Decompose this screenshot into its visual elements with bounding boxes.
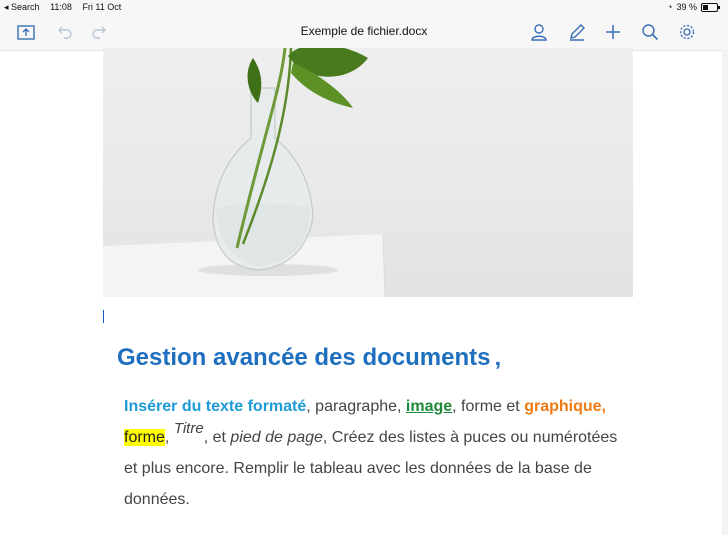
wifi-icon: ◔ bbox=[667, 2, 673, 12]
battery-icon bbox=[701, 2, 720, 12]
formatted-text-run: Insérer du texte formaté bbox=[124, 398, 307, 415]
paragraph-text-run: , forme et bbox=[452, 398, 525, 415]
highlighted-run: forme bbox=[124, 429, 165, 446]
user-icon[interactable] bbox=[527, 20, 551, 44]
text-cursor bbox=[103, 310, 104, 323]
paragraph-line-2: forme, Titre, et pied de page, Créez des… bbox=[124, 420, 684, 453]
status-time: 11:08 bbox=[50, 2, 72, 12]
paragraph-text-run: , et bbox=[203, 429, 231, 446]
paragraph-text-run: , paragraphe, bbox=[306, 398, 406, 415]
paragraph-text-run: , Créez des listes à puces ou numérotées bbox=[322, 429, 618, 446]
document-paragraph[interactable]: Insérer du texte formaté, paragraphe, im… bbox=[124, 391, 684, 515]
status-bar: ◂ Search 11:08 Fri 11 Oct ◔ 39 % bbox=[0, 0, 728, 14]
search-icon[interactable] bbox=[638, 20, 662, 44]
status-date: Fri 11 Oct bbox=[82, 2, 122, 12]
gear-icon[interactable] bbox=[675, 20, 699, 44]
comma-run: , bbox=[164, 429, 170, 446]
back-to-search-link[interactable]: ◂ Search bbox=[4, 2, 40, 12]
heading-text: Gestion avancée des documents bbox=[117, 344, 491, 371]
graphique-run: graphique bbox=[524, 398, 602, 415]
pen-icon[interactable] bbox=[565, 20, 589, 44]
toolbar: Exemple de fichier.docx bbox=[0, 14, 728, 51]
comma-run: , bbox=[601, 398, 606, 415]
italic-run: pied de page bbox=[230, 429, 323, 446]
battery-percent: 39 % bbox=[676, 2, 697, 12]
heading-mark: ‚ bbox=[494, 344, 502, 371]
paragraph-line-4: données. bbox=[124, 491, 190, 508]
document-heading[interactable]: Gestion avancée des documents ‚ bbox=[117, 344, 501, 372]
document-image[interactable] bbox=[103, 48, 633, 297]
page-edge bbox=[722, 50, 728, 535]
image-link-run: image bbox=[405, 398, 453, 415]
superscript-run: Titre bbox=[173, 420, 204, 437]
plus-icon[interactable] bbox=[601, 20, 625, 44]
paragraph-line-3: et plus encore. Remplir le tableau avec … bbox=[124, 460, 592, 477]
paragraph-line-1: Insérer du texte formaté, paragraphe, im… bbox=[124, 391, 684, 422]
